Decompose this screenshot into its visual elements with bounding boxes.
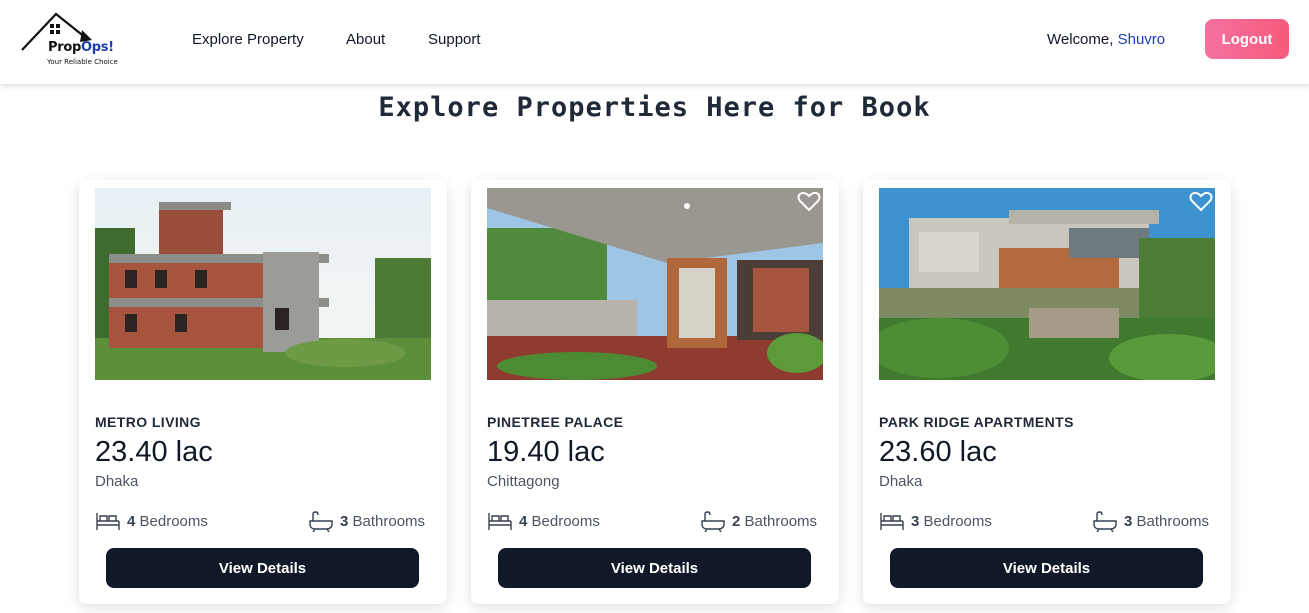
property-name: PINETREE PALACE: [487, 414, 624, 430]
bedrooms-label: Bedrooms: [531, 512, 600, 530]
view-details-button[interactable]: View Details: [890, 548, 1203, 588]
welcome-label: Welcome,: [1047, 31, 1114, 48]
bathtub-icon: [701, 511, 725, 532]
bedrooms-info: 3 Bedrooms: [879, 510, 992, 532]
logout-button[interactable]: Logout: [1205, 19, 1289, 59]
nav-support[interactable]: Support: [428, 31, 481, 48]
property-location: Dhaka: [879, 473, 923, 490]
property-name: METRO LIVING: [95, 414, 201, 430]
property-location: Dhaka: [95, 473, 139, 490]
property-price: 19.40 lac: [487, 436, 605, 468]
brand-logo[interactable]: PropOps! Your Reliable Choice: [20, 10, 120, 70]
navbar: PropOps! Your Reliable Choice Explore Pr…: [0, 0, 1309, 84]
property-card: PINETREE PALACE 19.40 lac Chittagong 4 B…: [471, 180, 839, 604]
property-image[interactable]: [879, 188, 1215, 380]
bathtub-icon: [309, 511, 333, 532]
bathrooms-label: Bathrooms: [352, 512, 426, 530]
property-price: 23.40 lac: [95, 436, 213, 468]
property-name: PARK RIDGE APARTMENTS: [879, 414, 1074, 430]
view-details-button[interactable]: View Details: [106, 548, 419, 588]
property-card: PARK RIDGE APARTMENTS 23.60 lac Dhaka 3 …: [863, 180, 1231, 604]
bed-icon: [96, 513, 120, 530]
property-image[interactable]: [487, 188, 823, 380]
bedrooms-count: 3: [911, 512, 920, 530]
bedrooms-label: Bedrooms: [139, 512, 208, 530]
welcome-text: Welcome, Shuvro: [1047, 31, 1165, 48]
bed-icon: [488, 513, 512, 530]
heart-icon[interactable]: [1189, 190, 1213, 212]
heart-icon[interactable]: [797, 190, 821, 212]
bathrooms-info: 3 Bathrooms: [1092, 510, 1209, 532]
property-location: Chittagong: [487, 473, 560, 490]
property-image[interactable]: [95, 188, 431, 380]
bathrooms-count: 3: [1124, 512, 1133, 530]
bathrooms-count: 2: [732, 512, 741, 530]
brand-name: PropOps!: [48, 40, 114, 55]
nav-about[interactable]: About: [346, 31, 385, 48]
bathrooms-label: Bathrooms: [744, 512, 818, 530]
property-price: 23.60 lac: [879, 436, 997, 468]
bedrooms-info: 4 Bedrooms: [487, 510, 600, 532]
bedrooms-info: 4 Bedrooms: [95, 510, 208, 532]
bedrooms-count: 4: [519, 512, 528, 530]
bed-icon: [880, 513, 904, 530]
page-title: Explore Properties Here for Book: [378, 92, 931, 123]
bathrooms-info: 3 Bathrooms: [308, 510, 425, 532]
bathrooms-count: 3: [340, 512, 349, 530]
bathrooms-label: Bathrooms: [1136, 512, 1210, 530]
bathrooms-info: 2 Bathrooms: [700, 510, 817, 532]
brand-tagline: Your Reliable Choice: [47, 58, 118, 66]
bedrooms-count: 4: [127, 512, 136, 530]
property-card: METRO LIVING 23.40 lac Dhaka 4 Bedrooms …: [79, 180, 447, 604]
view-details-button[interactable]: View Details: [498, 548, 811, 588]
nav-explore-property[interactable]: Explore Property: [192, 31, 304, 48]
user-name[interactable]: Shuvro: [1118, 31, 1166, 48]
bedrooms-label: Bedrooms: [923, 512, 992, 530]
bathtub-icon: [1093, 511, 1117, 532]
